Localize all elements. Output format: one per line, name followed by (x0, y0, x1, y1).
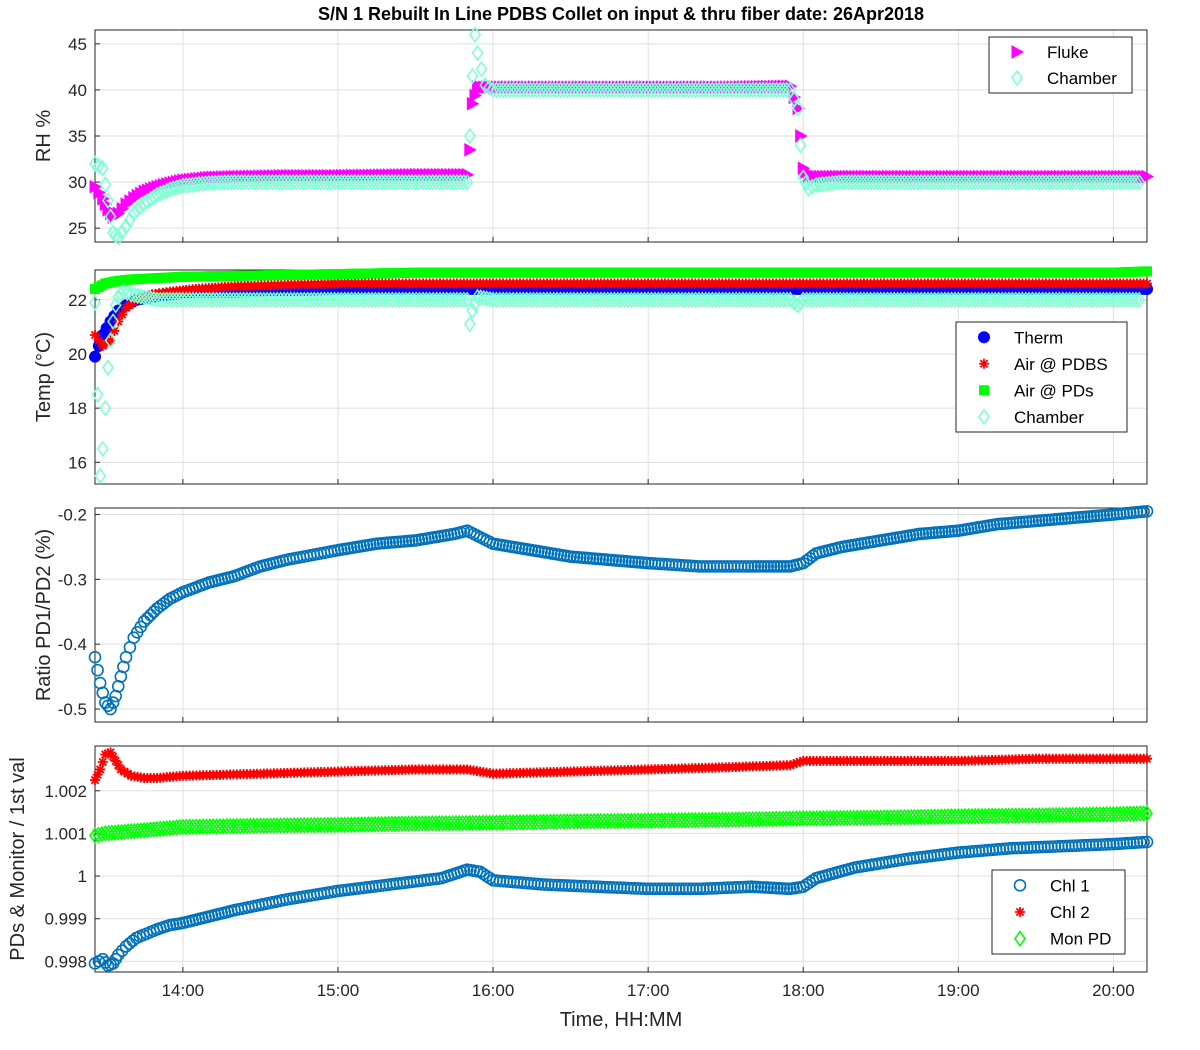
legend-label: Fluke (1047, 43, 1089, 62)
legend: Chl 1 Chl 2 Mon PD (991, 869, 1126, 955)
y-tick-label: 20 (68, 345, 87, 364)
legend-marker (978, 331, 990, 344)
y-tick-label: 0.999 (44, 910, 87, 929)
x-tick-label: 16:00 (472, 981, 515, 1000)
y-tick-label: -0.5 (58, 700, 87, 719)
legend-marker (979, 358, 989, 369)
y-tick-label: 1.002 (44, 782, 87, 801)
y-tick-label: 0.998 (44, 952, 87, 971)
legend: Therm Air @ PDBS Air @ PDs Chamber (955, 321, 1128, 433)
data-point (1142, 753, 1152, 764)
x-axis-label: Time, HH:MM (560, 1009, 683, 1031)
legend-label: Mon PD (1050, 930, 1111, 949)
legend: Fluke Chamber (988, 36, 1133, 94)
y-tick-label: 30 (68, 173, 87, 192)
y-tick-label: 18 (68, 399, 87, 418)
x-tick-label: 19:00 (937, 981, 980, 1000)
data-point (95, 764, 106, 775)
y-tick-label: 1 (78, 867, 87, 886)
data-point (1142, 278, 1152, 289)
x-tick-label: 20:00 (1092, 981, 1135, 1000)
y-tick-label: 40 (68, 81, 87, 100)
chart-title: S/N 1 Rebuilt In Line PDBS Collet on inp… (318, 4, 924, 24)
data-point (1142, 266, 1152, 277)
y-axis-label: RH % (33, 110, 55, 162)
y-axis-label: PDs & Monitor / 1st val (7, 757, 29, 960)
legend-label: Air @ PDs (1014, 381, 1094, 400)
legend-label: Chl 1 (1050, 876, 1090, 895)
y-tick-label: -0.3 (58, 570, 87, 589)
y-tick-label: 1.001 (44, 824, 87, 843)
x-tick-label: 14:00 (162, 981, 205, 1000)
data-point (89, 350, 101, 363)
legend-marker (1015, 907, 1025, 917)
legend-label: Chamber (1014, 408, 1084, 427)
y-tick-label: -0.4 (58, 635, 87, 654)
y-tick-label: 16 (68, 453, 87, 472)
legend-label: Chl 2 (1050, 903, 1090, 922)
data-point (97, 756, 108, 767)
y-tick-label: -0.2 (58, 505, 87, 524)
y-tick-label: 25 (68, 219, 87, 238)
legend-label: Air @ PDBS (1014, 355, 1108, 374)
y-axis-label: Ratio PD1/PD2 (%) (33, 529, 55, 701)
legend-marker (979, 385, 989, 396)
data-point (105, 335, 116, 346)
y-tick-label: 45 (68, 35, 87, 54)
y-tick-label: 35 (68, 127, 87, 146)
legend-label: Therm (1014, 328, 1063, 347)
x-tick-label: 18:00 (782, 981, 825, 1000)
figure: S/N 1 Rebuilt In Line PDBS Collet on inp… (0, 0, 1200, 1050)
y-tick-label: 22 (68, 291, 87, 310)
y-axis-label: Temp (°C) (33, 332, 55, 422)
x-tick-label: 17:00 (627, 981, 670, 1000)
legend-label: Chamber (1047, 69, 1117, 88)
x-tick-label: 15:00 (317, 981, 360, 1000)
